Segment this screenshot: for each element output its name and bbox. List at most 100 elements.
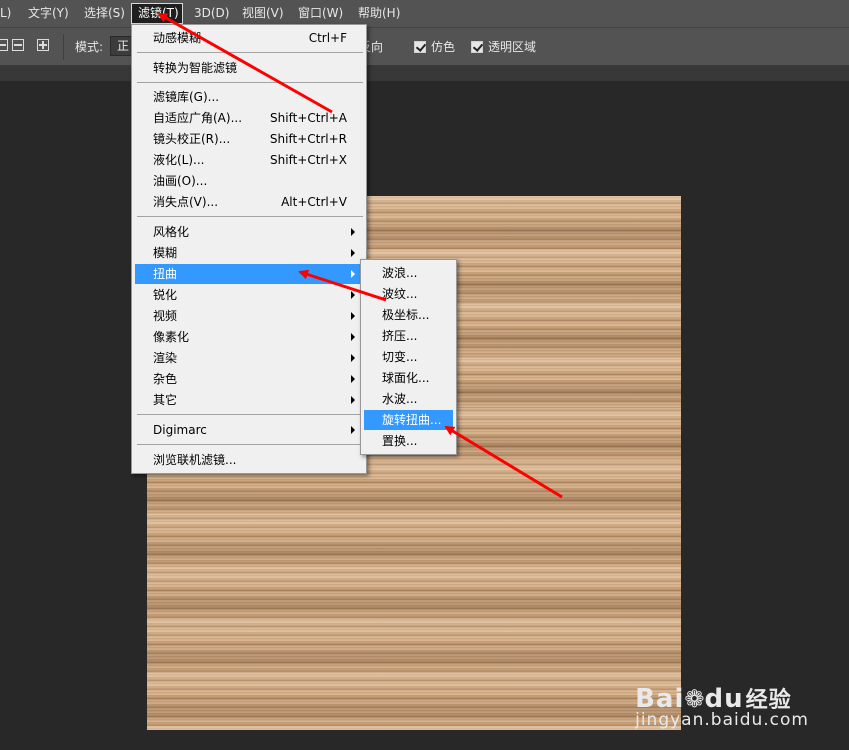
menu-item-label: 杂色 bbox=[153, 372, 178, 386]
filter-menu-item-other[interactable]: 其它 bbox=[135, 390, 363, 410]
menu-item-label: 其它 bbox=[153, 393, 178, 407]
menu-item-label: 球面化... bbox=[382, 371, 430, 385]
menu-item-label: 渲染 bbox=[153, 351, 178, 365]
menu-item-label: 动感模糊 bbox=[153, 31, 202, 45]
menu-item-label: 锐化 bbox=[153, 288, 178, 302]
subtract-mode-icon[interactable] bbox=[12, 39, 24, 51]
filter-menu-item-blur[interactable]: 模糊 bbox=[135, 243, 363, 263]
submenu-arrow-icon bbox=[351, 375, 355, 383]
filter-menu-item-motion-blur[interactable]: 动感模糊 Ctrl+F bbox=[135, 28, 363, 48]
menu-item-window[interactable]: 窗口(W) bbox=[296, 0, 345, 27]
mode-label: 模式: bbox=[75, 40, 104, 54]
dither-checkbox[interactable]: 仿色 bbox=[414, 38, 455, 55]
filter-menu-item-gallery[interactable]: 滤镜库(G)... bbox=[135, 87, 363, 107]
submenu-arrow-icon bbox=[351, 249, 355, 257]
menu-item-label: 置换... bbox=[382, 434, 418, 448]
photoshop-window: L) 文字(Y) 选择(S) 滤镜(T) 3D(D) 视图(V) 窗口(W) 帮… bbox=[0, 0, 849, 750]
filter-menu-item-adaptive-wide-angle[interactable]: 自适应广角(A)... Shift+Ctrl+A bbox=[135, 108, 363, 128]
distort-item-polar-coordinates[interactable]: 极坐标... bbox=[364, 305, 453, 325]
submenu-arrow-icon bbox=[351, 396, 355, 404]
filter-menu-item-noise[interactable]: 杂色 bbox=[135, 369, 363, 389]
filter-menu-item-render[interactable]: 渲染 bbox=[135, 348, 363, 368]
distort-item-zigzag[interactable]: 水波... bbox=[364, 389, 453, 409]
menu-item-filter[interactable]: 滤镜(T) bbox=[131, 3, 183, 24]
menu-item-label: 波浪... bbox=[382, 266, 418, 280]
paw-icon: ❁ bbox=[684, 685, 705, 713]
filter-menu-item-stylize[interactable]: 风格化 bbox=[135, 222, 363, 242]
menu-item-select[interactable]: 选择(S) bbox=[82, 0, 127, 27]
filter-menu-item-convert-smart[interactable]: 转换为智能滤镜 bbox=[135, 58, 363, 78]
menu-item-label: 模糊 bbox=[153, 246, 178, 260]
menu-item-label: 镜头校正(R)... bbox=[153, 132, 231, 146]
intersect-mode-icon[interactable] bbox=[37, 39, 49, 51]
distort-item-shear[interactable]: 切变... bbox=[364, 347, 453, 367]
distort-item-ripple[interactable]: 波纹... bbox=[364, 284, 453, 304]
filter-menu-item-sharpen[interactable]: 锐化 bbox=[135, 285, 363, 305]
shortcut-label: Shift+Ctrl+R bbox=[269, 132, 347, 146]
menu-item-label: 液化(L)... bbox=[153, 153, 205, 167]
menu-item-partial[interactable]: L) bbox=[0, 0, 13, 27]
checkmark-icon bbox=[414, 40, 426, 53]
menu-item-label: 挤压... bbox=[382, 329, 418, 343]
menu-item-label: 转换为智能滤镜 bbox=[153, 61, 238, 75]
menu-divider bbox=[137, 414, 363, 415]
menu-item-label: 油画(O)... bbox=[153, 174, 208, 188]
dither-checkbox-label: 仿色 bbox=[431, 40, 456, 54]
watermark-site: jingyan.baidu.com bbox=[635, 710, 809, 730]
toolbar-divider bbox=[63, 34, 64, 60]
shortcut-label: Alt+Ctrl+V bbox=[281, 195, 347, 209]
menu-divider bbox=[137, 444, 363, 445]
filter-menu-item-liquify[interactable]: 液化(L)... Shift+Ctrl+X bbox=[135, 150, 363, 170]
menu-item-label: 像素化 bbox=[153, 330, 190, 344]
filter-menu-item-pixelate[interactable]: 像素化 bbox=[135, 327, 363, 347]
menu-item-label: 浏览联机滤镜... bbox=[153, 453, 237, 467]
filter-menu-item-distort[interactable]: 扭曲 bbox=[135, 264, 363, 284]
transparency-checkbox[interactable]: 透明区域 bbox=[471, 38, 536, 55]
menu-item-type[interactable]: 文字(Y) bbox=[26, 0, 71, 27]
filter-menu-item-video[interactable]: 视频 bbox=[135, 306, 363, 326]
distort-item-wave[interactable]: 波浪... bbox=[364, 263, 453, 283]
menu-item-label: 视频 bbox=[153, 309, 178, 323]
menu-item-label: 极坐标... bbox=[382, 308, 430, 322]
menu-item-help[interactable]: 帮助(H) bbox=[356, 0, 402, 27]
menu-divider bbox=[137, 52, 363, 53]
tab-strip bbox=[0, 65, 849, 81]
submenu-arrow-icon bbox=[351, 270, 355, 278]
distort-item-spherize[interactable]: 球面化... bbox=[364, 368, 453, 388]
distort-item-twirl[interactable]: 旋转扭曲... bbox=[364, 410, 453, 430]
menu-item-3d[interactable]: 3D(D) bbox=[192, 0, 231, 27]
gradient-mode-icon[interactable] bbox=[0, 39, 8, 51]
shortcut-label: Shift+Ctrl+X bbox=[270, 153, 347, 167]
menu-item-label: 扭曲 bbox=[153, 267, 178, 281]
filter-menu-item-vanishing-point[interactable]: 消失点(V)... Alt+Ctrl+V bbox=[135, 192, 363, 212]
menu-item-label: 风格化 bbox=[153, 225, 190, 239]
filter-menu-item-lens-correction[interactable]: 镜头校正(R)... Shift+Ctrl+R bbox=[135, 129, 363, 149]
distort-item-displace[interactable]: 置换... bbox=[364, 431, 453, 451]
menu-item-view[interactable]: 视图(V) bbox=[240, 0, 286, 27]
menu-divider bbox=[137, 82, 363, 83]
checkmark-icon bbox=[471, 40, 483, 53]
menu-item-label: 消失点(V)... bbox=[153, 195, 219, 209]
shortcut-label: Ctrl+F bbox=[308, 31, 347, 45]
baidu-watermark: Bai❁du经验 jingyan.baidu.com bbox=[635, 682, 809, 730]
distort-item-pinch[interactable]: 挤压... bbox=[364, 326, 453, 346]
filter-menu-item-digimarc[interactable]: Digimarc bbox=[135, 420, 363, 440]
menu-bar: L) 文字(Y) 选择(S) 滤镜(T) 3D(D) 视图(V) 窗口(W) 帮… bbox=[0, 0, 849, 27]
menu-item-label: 旋转扭曲... bbox=[382, 413, 442, 427]
submenu-arrow-icon bbox=[351, 354, 355, 362]
shortcut-label: Shift+Ctrl+A bbox=[270, 111, 347, 125]
submenu-arrow-icon bbox=[351, 228, 355, 236]
menu-divider bbox=[137, 216, 363, 217]
submenu-arrow-icon bbox=[351, 291, 355, 299]
transparency-checkbox-label: 透明区域 bbox=[488, 40, 537, 54]
distort-submenu: 波浪... 波纹... 极坐标... 挤压... 切变... 球面化... 水波… bbox=[360, 259, 457, 455]
filter-menu: 动感模糊 Ctrl+F 转换为智能滤镜 滤镜库(G)... 自适应广角(A)..… bbox=[131, 24, 367, 474]
filter-menu-item-oil-paint[interactable]: 油画(O)... bbox=[135, 171, 363, 191]
menu-item-label: 自适应广角(A)... bbox=[153, 111, 243, 125]
menu-item-label: 水波... bbox=[382, 392, 418, 406]
filter-menu-item-browse-online[interactable]: 浏览联机滤镜... bbox=[135, 450, 363, 470]
menu-item-label: 波纹... bbox=[382, 287, 418, 301]
menu-item-label: Digimarc bbox=[153, 423, 207, 437]
menu-item-label: 切变... bbox=[382, 350, 418, 364]
options-bar: 模式: 正 反向 仿色 透明区域 bbox=[0, 27, 849, 66]
